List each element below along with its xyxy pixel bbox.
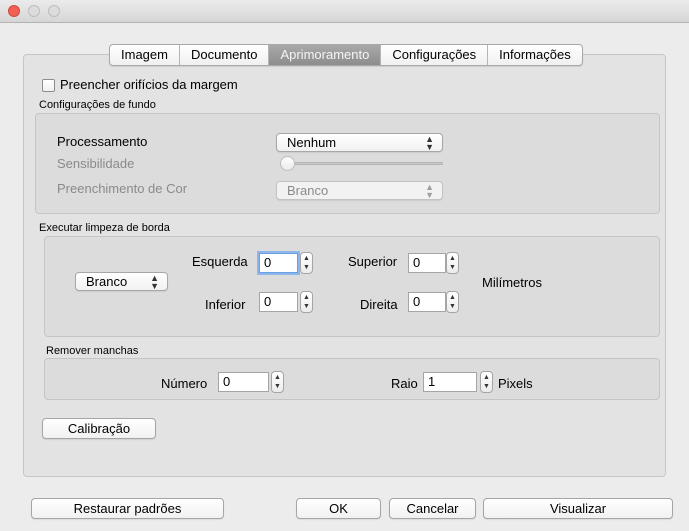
millimeters-unit-label: Milímetros <box>482 275 542 290</box>
remove-spots-group <box>44 358 660 400</box>
processing-value: Nenhum <box>287 135 337 150</box>
left-margin-field[interactable]: 0 <box>259 253 298 273</box>
top-margin-stepper[interactable]: ▲ ▼ <box>446 252 459 274</box>
tab-aprimoramento[interactable]: Aprimoramento <box>269 45 382 65</box>
spot-radius-field[interactable]: 1 <box>423 372 477 392</box>
color-fill-popup: Branco ▲ ▼ <box>276 181 443 200</box>
dialog-window: Imagem Documento Aprimoramento Configura… <box>0 0 689 531</box>
spot-number-field[interactable]: 0 <box>218 372 269 392</box>
right-label: Direita <box>360 297 398 312</box>
left-label: Esquerda <box>192 254 248 269</box>
sensitivity-slider-knob[interactable] <box>280 156 295 171</box>
tab-imagem[interactable]: Imagem <box>110 45 180 65</box>
bottom-label: Inferior <box>205 297 246 312</box>
fill-holes-label[interactable]: Preencher orifícios da margem <box>60 77 238 92</box>
preview-button[interactable]: Visualizar <box>483 498 673 519</box>
top-margin-field[interactable]: 0 <box>408 253 446 273</box>
sensitivity-slider-track[interactable] <box>282 162 443 165</box>
updown-arrows-icon: ▲ ▼ <box>425 134 434 152</box>
radius-label: Raio <box>391 376 418 391</box>
left-margin-stepper[interactable]: ▲ ▼ <box>300 252 313 274</box>
fill-holes-checkbox[interactable] <box>42 79 55 92</box>
bottom-margin-stepper[interactable]: ▲ ▼ <box>300 291 313 313</box>
background-settings-title: Configurações de fundo <box>39 99 156 111</box>
spot-radius-stepper[interactable]: ▲ ▼ <box>480 371 493 393</box>
processing-popup[interactable]: Nenhum ▲ ▼ <box>276 133 443 152</box>
calibration-button[interactable]: Calibração <box>42 418 156 439</box>
spot-number-stepper[interactable]: ▲ ▼ <box>271 371 284 393</box>
color-fill-label: Preenchimento de Cor <box>57 181 188 196</box>
updown-arrows-icon: ▲ ▼ <box>150 273 159 291</box>
remove-spots-title: Remover manchas <box>46 345 139 357</box>
right-margin-stepper[interactable]: ▲ ▼ <box>446 291 459 313</box>
title-bar <box>0 0 689 23</box>
restore-defaults-button[interactable]: Restaurar padrões <box>31 498 224 519</box>
number-label: Número <box>161 376 208 391</box>
pixels-unit-label: Pixels <box>498 376 533 391</box>
edge-color-popup[interactable]: Branco ▲ ▼ <box>75 272 168 291</box>
zoom-window-button[interactable] <box>48 5 60 17</box>
tab-documento[interactable]: Documento <box>180 45 270 65</box>
tab-informacoes[interactable]: Informações <box>488 45 582 65</box>
tab-configuracoes[interactable]: Configurações <box>381 45 489 65</box>
ok-button[interactable]: OK <box>296 498 381 519</box>
updown-arrows-icon: ▲ ▼ <box>425 182 434 200</box>
cancel-button[interactable]: Cancelar <box>389 498 476 519</box>
color-fill-value: Branco <box>287 183 329 198</box>
bottom-margin-field[interactable]: 0 <box>259 292 298 312</box>
right-margin-field[interactable]: 0 <box>408 292 446 312</box>
sensitivity-label: Sensibilidade <box>57 156 135 171</box>
close-window-button[interactable] <box>8 5 20 17</box>
tab-bar: Imagem Documento Aprimoramento Configura… <box>109 44 583 66</box>
edge-cleanup-title: Executar limpeza de borda <box>39 222 170 234</box>
top-label: Superior <box>348 254 398 269</box>
minimize-window-button[interactable] <box>28 5 40 17</box>
processing-label: Processamento <box>57 134 148 149</box>
edge-color-value: Branco <box>86 274 128 289</box>
